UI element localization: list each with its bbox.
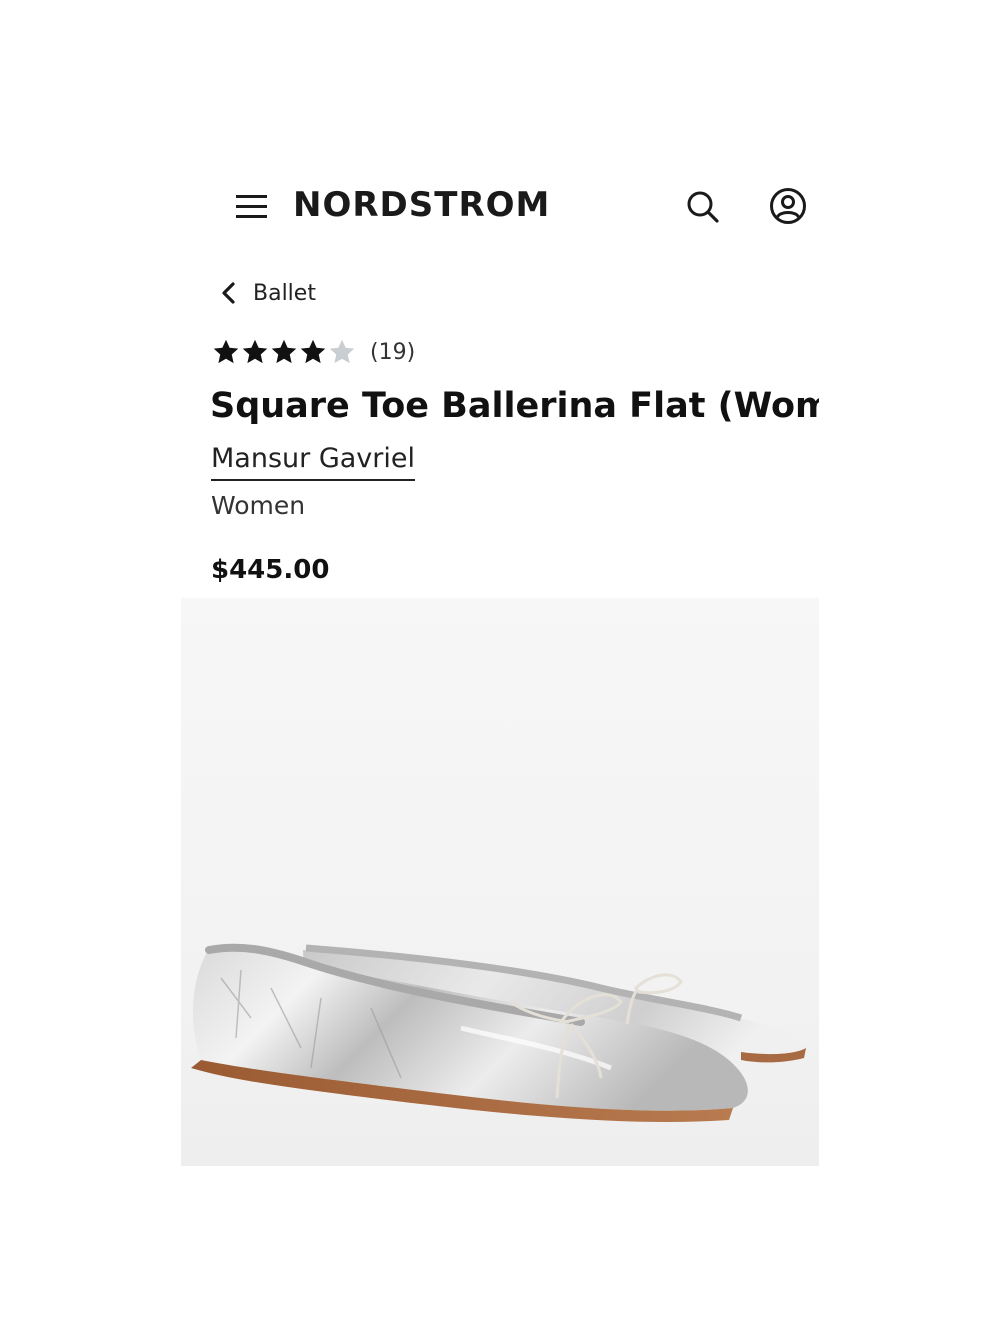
- star-filled-icon: [242, 339, 268, 364]
- star-filled-icon: [213, 339, 239, 364]
- silver-ballet-flats-image: [191, 943, 807, 1122]
- search-icon[interactable]: [684, 188, 722, 226]
- site-header: NORDSTROM: [181, 150, 819, 260]
- review-count: (19): [370, 339, 416, 365]
- product-title: Square Toe Ballerina Flat (Women): [210, 386, 819, 426]
- mobile-product-page: NORDSTROM Ballet (19) Square Toe Balleri…: [181, 150, 819, 1166]
- product-rating[interactable]: (19): [211, 334, 415, 370]
- star-filled-icon: [271, 339, 297, 364]
- rating-stars: [211, 337, 356, 367]
- breadcrumb-back-link[interactable]: Ballet: [219, 276, 316, 310]
- product-price: $445.00: [211, 555, 330, 585]
- product-category: Women: [211, 491, 306, 520]
- star-empty-icon: [329, 339, 355, 364]
- star-filled-icon: [300, 339, 326, 364]
- brand-link[interactable]: Mansur Gavriel: [211, 440, 415, 481]
- account-icon[interactable]: [768, 186, 808, 226]
- breadcrumb-label: Ballet: [253, 280, 316, 306]
- nordstrom-logo[interactable]: NORDSTROM: [293, 183, 550, 227]
- product-image[interactable]: [181, 598, 819, 1166]
- chevron-left-icon: [222, 282, 235, 304]
- hamburger-menu-icon[interactable]: [236, 192, 270, 220]
